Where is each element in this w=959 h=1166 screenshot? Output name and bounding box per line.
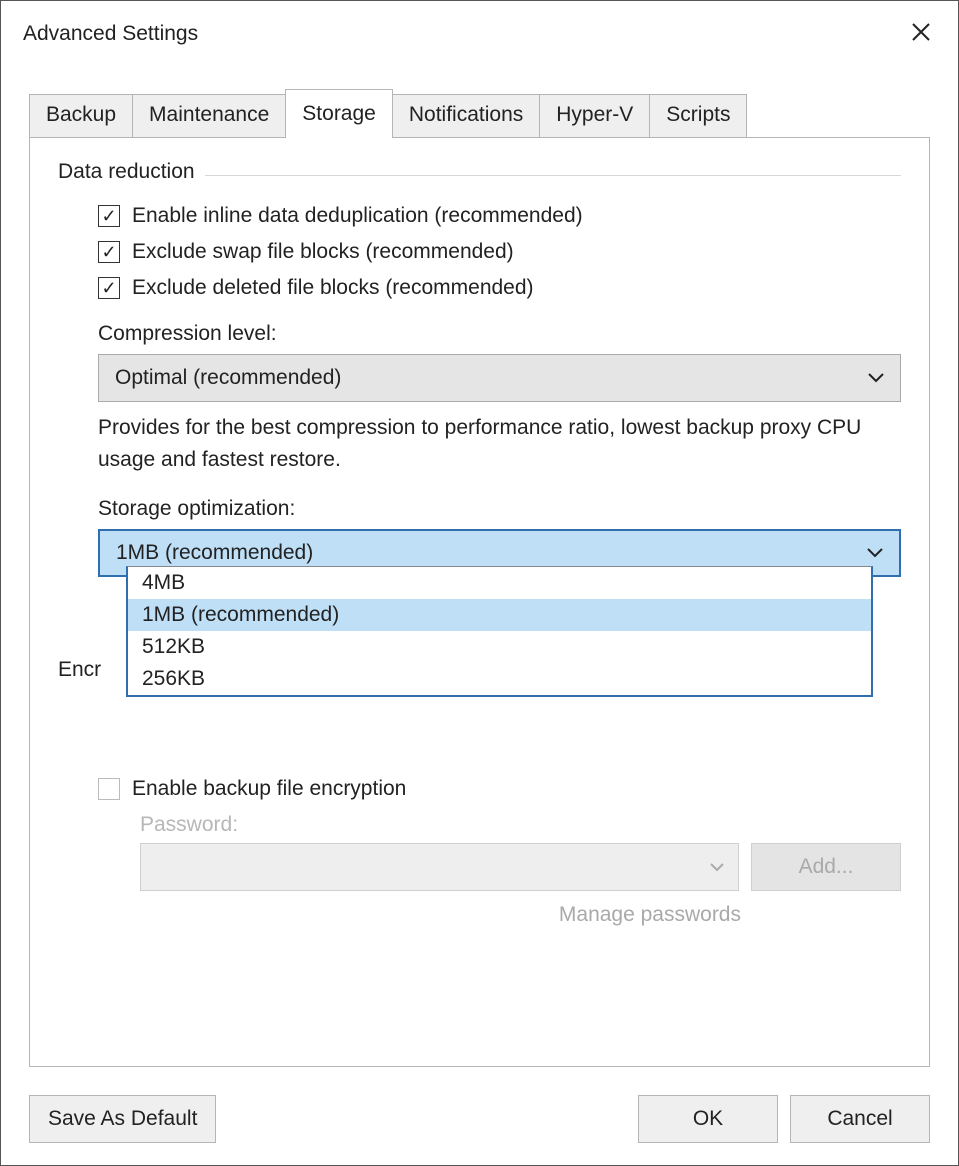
dialog-title: Advanced Settings: [23, 22, 198, 46]
dialog-window: Advanced Settings Backup Maintenance Sto…: [0, 0, 959, 1166]
group-title-encryption-partial: Encr: [58, 658, 101, 682]
tab-hyperv[interactable]: Hyper-V: [539, 94, 650, 137]
group-title-data-reduction: Data reduction: [58, 160, 195, 184]
dropdown-compression-value: Optimal (recommended): [115, 366, 341, 390]
chevron-down-icon: [867, 543, 883, 563]
label-password: Password:: [140, 813, 901, 837]
manage-passwords-link: Manage passwords: [140, 903, 901, 927]
save-as-default-button[interactable]: Save As Default: [29, 1095, 216, 1143]
chevron-down-icon: [868, 368, 884, 388]
row-enable-encryption: Enable backup file encryption: [58, 777, 901, 801]
chevron-down-icon: [710, 856, 724, 878]
checkbox-deleted[interactable]: ✓: [98, 277, 120, 299]
row-password: Add...: [140, 843, 901, 891]
tab-scripts[interactable]: Scripts: [649, 94, 747, 137]
dropdown-storage-opt-value: 1MB (recommended): [116, 541, 313, 565]
label-enable-encryption: Enable backup file encryption: [132, 777, 406, 801]
row-dedup: ✓ Enable inline data deduplication (reco…: [98, 204, 901, 228]
checkbox-dedup[interactable]: ✓: [98, 205, 120, 227]
label-compression: Compression level:: [98, 322, 901, 346]
compression-help-text: Provides for the best compression to per…: [98, 412, 901, 475]
tab-storage[interactable]: Storage: [285, 89, 393, 138]
close-button[interactable]: [902, 17, 940, 52]
storage-opt-option[interactable]: 1MB (recommended): [128, 599, 871, 631]
dialog-footer: Save As Default OK Cancel: [1, 1079, 958, 1165]
storage-opt-option[interactable]: 512KB: [128, 631, 871, 663]
label-storage-opt: Storage optimization:: [98, 497, 901, 521]
row-deleted: ✓ Exclude deleted file blocks (recommend…: [98, 276, 901, 300]
checkbox-swap[interactable]: ✓: [98, 241, 120, 263]
dropdown-storage-opt-list[interactable]: 4MB 1MB (recommended) 512KB 256KB: [126, 566, 873, 697]
encryption-content: Enable backup file encryption Password: …: [58, 777, 901, 927]
add-password-button: Add...: [751, 843, 901, 891]
storage-opt-option[interactable]: 256KB: [128, 663, 871, 695]
dropdown-compression[interactable]: Optimal (recommended): [98, 354, 901, 402]
ok-button[interactable]: OK: [638, 1095, 778, 1143]
tab-bar: Backup Maintenance Storage Notifications…: [29, 89, 930, 137]
checkbox-enable-encryption[interactable]: [98, 778, 120, 800]
close-icon: [910, 21, 932, 43]
dialog-body: Backup Maintenance Storage Notifications…: [1, 61, 958, 1079]
tab-backup[interactable]: Backup: [29, 94, 133, 137]
data-reduction-content: ✓ Enable inline data deduplication (reco…: [58, 204, 901, 577]
label-deleted: Exclude deleted file blocks (recommended…: [132, 276, 534, 300]
row-swap: ✓ Exclude swap file blocks (recommended): [98, 240, 901, 264]
label-swap: Exclude swap file blocks (recommended): [132, 240, 514, 264]
group-data-reduction: Data reduction: [58, 160, 901, 190]
tab-panel-storage: Data reduction ✓ Enable inline data dedu…: [29, 137, 930, 1067]
label-dedup: Enable inline data deduplication (recomm…: [132, 204, 583, 228]
tab-notifications[interactable]: Notifications: [392, 94, 540, 137]
storage-opt-option[interactable]: 4MB: [128, 567, 871, 599]
title-bar: Advanced Settings: [1, 1, 958, 61]
tab-maintenance[interactable]: Maintenance: [132, 94, 286, 137]
cancel-button[interactable]: Cancel: [790, 1095, 930, 1143]
dropdown-password: [140, 843, 739, 891]
